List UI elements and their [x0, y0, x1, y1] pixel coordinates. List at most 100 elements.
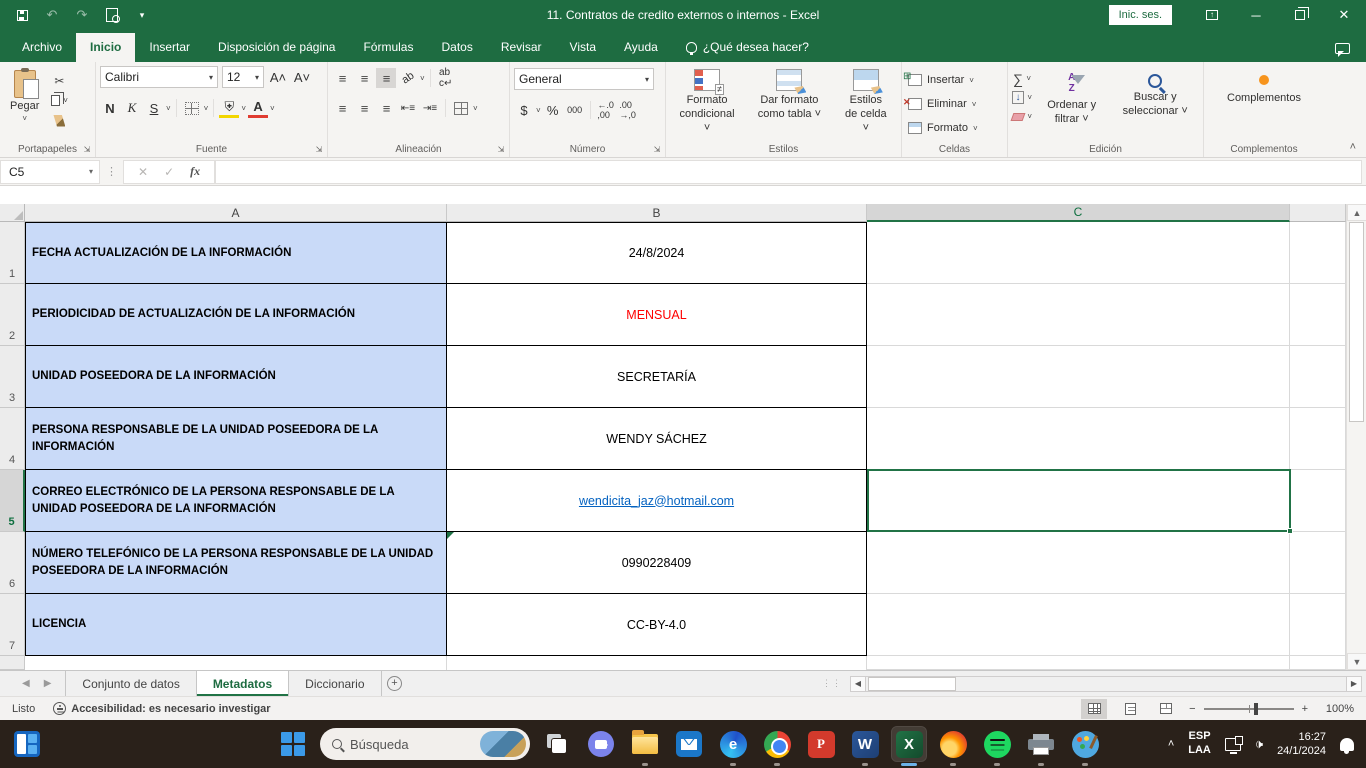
cell-A6[interactable]: NÚMERO TELEFÓNICO DE LA PERSONA RESPONSA… [25, 532, 447, 594]
delete-cells-button[interactable]: Eliminar˅ [906, 94, 1003, 114]
cell-overflow[interactable] [1290, 222, 1346, 284]
hidden-icons-chevron[interactable]: ˄ [1168, 738, 1174, 750]
sheet-next-icon[interactable]: ▶ [44, 678, 52, 689]
clear-icon[interactable]: ˅ [1012, 108, 1032, 125]
scrollbar-resize-grip[interactable]: ⋮⋮ [822, 678, 842, 689]
cell-B5[interactable]: wendicita_jaz@hotmail.com [447, 470, 867, 532]
insert-function-icon[interactable]: fx [190, 164, 200, 179]
fill-color-icon[interactable]: ⛨ [219, 98, 239, 118]
autosum-icon[interactable]: ∑ ˅ [1012, 70, 1032, 87]
cell-C5[interactable] [867, 470, 1290, 532]
scroll-left-icon[interactable]: ◀ [850, 676, 866, 692]
cell-A4[interactable]: PERSONA RESPONSABLE DE LA UNIDAD POSEEDO… [25, 408, 447, 470]
cell-overflow[interactable] [1290, 284, 1346, 346]
language-indicator[interactable]: ESPLAA [1188, 730, 1211, 758]
orientation-icon[interactable]: ab [394, 64, 422, 92]
sheet-tab-conjunto-de-datos[interactable]: Conjunto de datos [65, 671, 196, 696]
row-header-4[interactable]: 4 [0, 408, 25, 470]
close-icon[interactable]: ✕ [1322, 0, 1366, 30]
align-left-icon[interactable]: ≡ [332, 98, 352, 118]
align-middle-icon[interactable]: ≡ [354, 68, 374, 88]
font-color-caret-icon[interactable]: ˅ [270, 104, 275, 113]
clipboard-dialog-launcher[interactable]: ⇲ [82, 145, 92, 155]
align-top-icon[interactable]: ≡ [332, 68, 352, 88]
column-header-A[interactable]: A [25, 204, 447, 222]
cell-overflow[interactable] [1290, 532, 1346, 594]
collapse-ribbon-icon[interactable]: ˄ [1350, 141, 1356, 153]
row-header-2[interactable]: 2 [0, 284, 25, 346]
word-icon[interactable]: W [848, 727, 882, 761]
align-center-icon[interactable]: ≡ [354, 98, 374, 118]
underline-caret-icon[interactable]: ˅ [166, 104, 171, 113]
mail-icon[interactable] [672, 727, 706, 761]
cell-overflow[interactable] [1290, 470, 1346, 532]
cut-icon[interactable]: ✂ [49, 72, 69, 89]
sheet-tab-metadatos[interactable]: Metadatos [197, 671, 289, 696]
spotify-icon[interactable] [980, 727, 1014, 761]
zoom-level[interactable]: 100% [1318, 703, 1354, 715]
cell-A7[interactable]: LICENCIA [25, 594, 447, 656]
tab-datos[interactable]: Datos [427, 33, 486, 62]
cell-B6[interactable]: 0990228409 [447, 532, 867, 594]
row-header-1[interactable]: 1 [0, 222, 25, 284]
undo-icon[interactable]: ↶ [44, 7, 60, 23]
cell-C6[interactable] [867, 532, 1290, 594]
conditional-formatting-button[interactable]: Formato condicional ˅ [670, 66, 744, 141]
scroll-up-icon[interactable]: ▲ [1347, 204, 1366, 221]
customize-qat-icon[interactable]: ▾ [134, 7, 150, 23]
tab-inicio[interactable]: Inicio [76, 33, 135, 62]
ribbon-display-options-icon[interactable]: ↑ [1190, 0, 1234, 30]
new-sheet-icon[interactable]: + [382, 671, 408, 696]
accounting-format-icon[interactable]: $ [514, 100, 534, 120]
row-header-3[interactable]: 3 [0, 346, 25, 408]
cell-A2[interactable]: PERIODICIDAD DE ACTUALIZACIÓN DE LA INFO… [25, 284, 447, 346]
increase-indent-icon[interactable]: ⇥≡ [420, 98, 440, 118]
cell-B3[interactable]: SECRETARÍA [447, 346, 867, 408]
cell-B1[interactable]: 24/8/2024 [447, 222, 867, 284]
cell-styles-button[interactable]: Estilos de celda ˅ [835, 66, 897, 141]
network-display-icon[interactable] [1225, 738, 1241, 751]
zoom-slider[interactable] [1204, 708, 1294, 710]
volume-icon[interactable]: 🕩 [1255, 736, 1263, 752]
merge-caret-icon[interactable]: ˅ [473, 104, 478, 113]
cell-B7[interactable]: CC-BY-4.0 [447, 594, 867, 656]
column-header-partial[interactable] [1290, 204, 1346, 222]
decrease-font-icon[interactable]: A˅ [292, 67, 312, 87]
cell-C4[interactable] [867, 408, 1290, 470]
merge-center-icon[interactable] [451, 98, 471, 118]
format-cells-button[interactable]: Formato˅ [906, 118, 1003, 138]
borders-caret-icon[interactable]: ˅ [204, 104, 209, 113]
decrease-indent-icon[interactable]: ⇤≡ [398, 98, 418, 118]
row-header-6[interactable]: 6 [0, 532, 25, 594]
notifications-icon[interactable] [1340, 738, 1354, 751]
sign-in-button[interactable]: Inic. ses. [1109, 5, 1172, 25]
tell-me-box[interactable]: ¿Qué desea hacer? [672, 40, 823, 62]
row-header-7[interactable]: 7 [0, 594, 25, 656]
search-box[interactable]: Búsqueda [320, 728, 530, 760]
task-view-icon[interactable] [540, 727, 574, 761]
cell-overflow[interactable] [1290, 346, 1346, 408]
tab-insertar[interactable]: Insertar [135, 33, 204, 62]
firefox-icon[interactable] [936, 727, 970, 761]
format-painter-icon[interactable] [49, 112, 69, 129]
widgets-icon[interactable] [14, 731, 40, 757]
cell-B2[interactable]: MENSUAL [447, 284, 867, 346]
cell-A5[interactable]: CORREO ELECTRÓNICO DE LA PERSONA RESPONS… [25, 470, 447, 532]
accounting-caret-icon[interactable]: ˅ [536, 106, 541, 115]
scroll-right-icon[interactable]: ▶ [1346, 676, 1362, 692]
horizontal-scroll-thumb[interactable] [868, 677, 956, 691]
column-header-B[interactable]: B [447, 204, 867, 222]
font-color-icon[interactable]: A [248, 98, 268, 118]
number-dialog-launcher[interactable]: ⇲ [652, 145, 662, 155]
page-layout-view-icon[interactable] [1117, 699, 1143, 719]
font-size-select[interactable]: 12▾ [222, 66, 264, 88]
align-right-icon[interactable]: ≡ [376, 98, 396, 118]
comma-style-icon[interactable]: 000 [565, 100, 585, 120]
vertical-scrollbar[interactable]: ▲ ▼ [1346, 204, 1366, 670]
sheet-prev-icon[interactable]: ◀ [22, 678, 30, 689]
horizontal-scrollbar[interactable]: ⋮⋮ ◀ ▶ [822, 671, 1366, 696]
align-bottom-icon[interactable]: ≡ [376, 68, 396, 88]
chat-icon[interactable] [584, 727, 618, 761]
cell-A1[interactable]: FECHA ACTUALIZACIÓN DE LA INFORMACIÓN [25, 222, 447, 284]
bold-button[interactable]: N [100, 98, 120, 118]
